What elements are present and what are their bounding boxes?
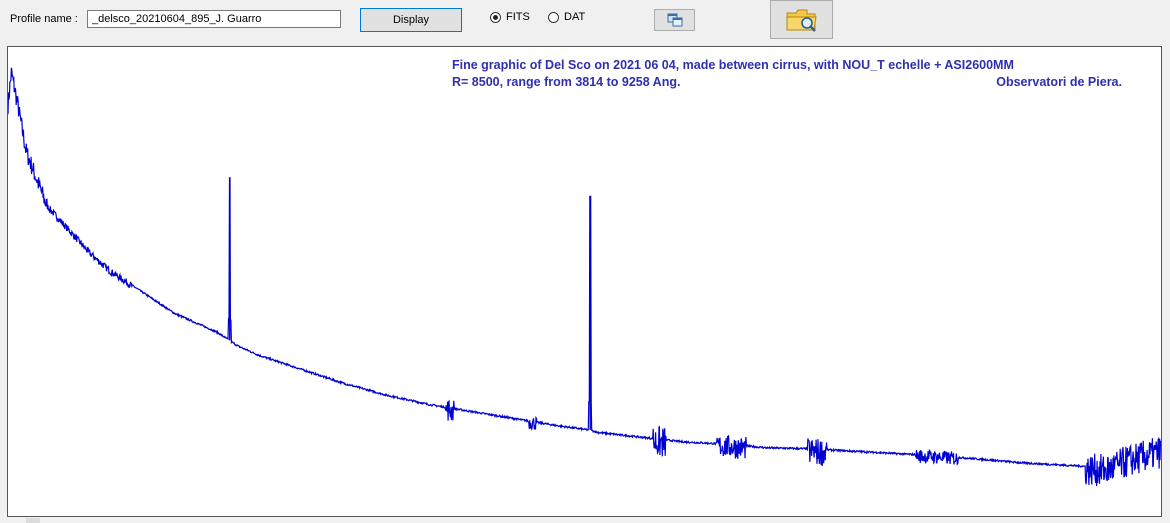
display-button[interactable]: Display (360, 8, 462, 32)
copy-windows-icon (667, 13, 682, 27)
profile-name-label: Profile name : (10, 13, 78, 25)
caption-line-2-right: Observatori de Piera. (996, 75, 1122, 89)
scroll-nub (26, 518, 40, 523)
radio-selected-icon (490, 11, 501, 23)
caption-line-1: Fine graphic of Del Sco on 2021 06 04, m… (452, 58, 1014, 72)
bottom-strip (0, 517, 1170, 523)
format-radio-dat-label: DAT (564, 11, 586, 23)
open-folder-button[interactable] (770, 0, 833, 39)
folder-search-icon (786, 9, 817, 32)
format-radio-fits[interactable]: FITS (490, 11, 530, 23)
caption-line-2-left: R= 8500, range from 3814 to 9258 Ang. (452, 75, 681, 89)
spectrum-line (8, 67, 1161, 487)
format-radio-dat[interactable]: DAT (548, 11, 585, 23)
toolbar: Profile name : Display FITS DAT (0, 0, 1170, 44)
spectrum-plot: Fine graphic of Del Sco on 2021 06 04, m… (7, 46, 1162, 517)
format-radio-fits-label: FITS (506, 11, 530, 23)
plot-caption: Fine graphic of Del Sco on 2021 06 04, m… (452, 57, 1122, 91)
copy-button[interactable] (654, 9, 695, 31)
spectrum-chart (8, 67, 1161, 487)
radio-unselected-icon (548, 11, 559, 23)
profile-name-input[interactable] (87, 10, 341, 28)
